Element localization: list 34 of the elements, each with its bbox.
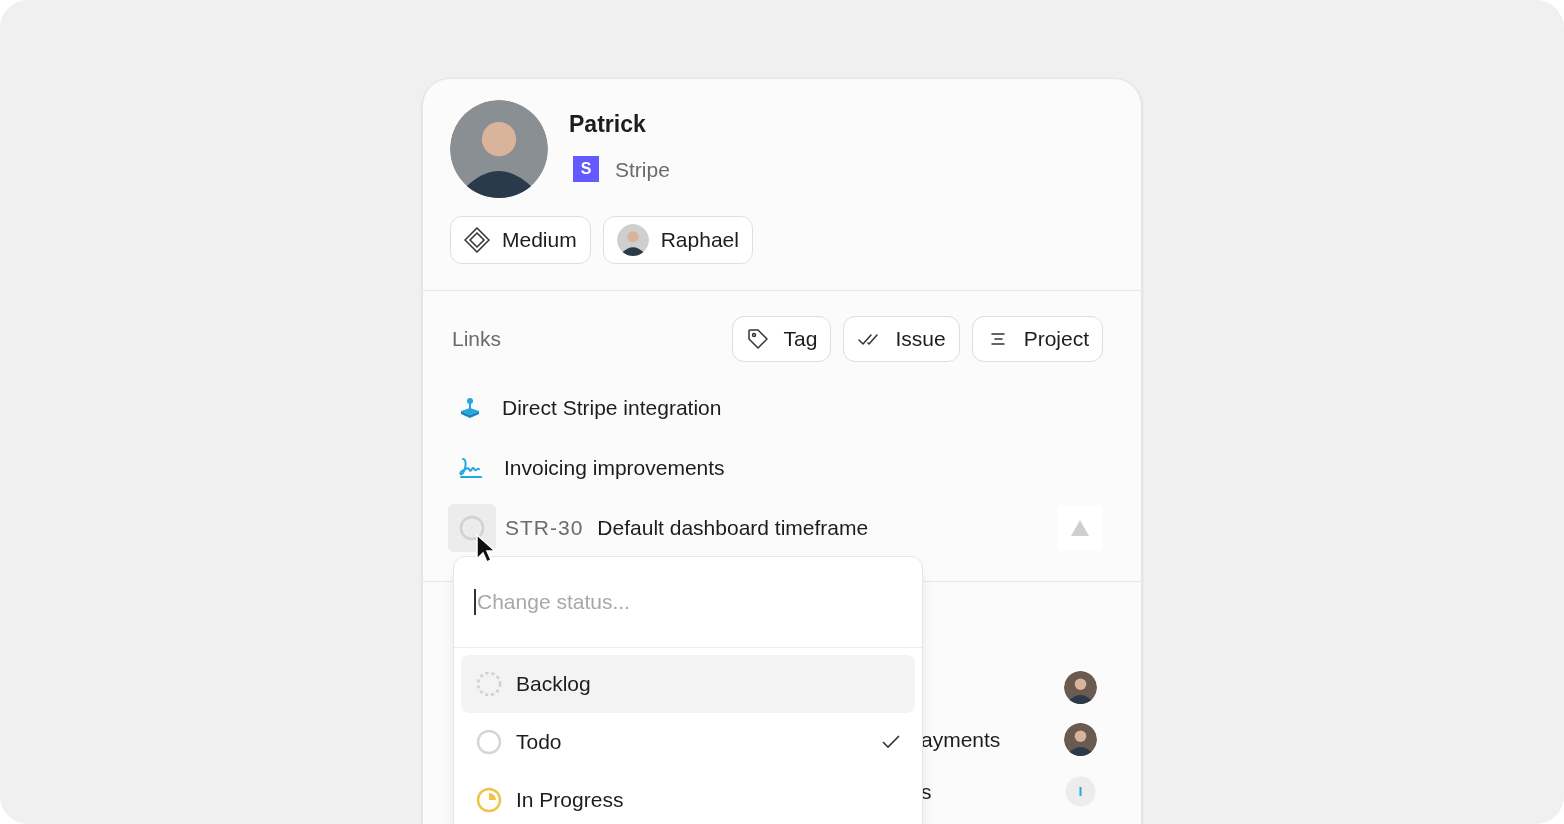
- linked-project[interactable]: Invoicing improvements: [452, 444, 1112, 492]
- tag-icon: [745, 327, 770, 351]
- circle-icon: [459, 515, 485, 541]
- circle-icon: [476, 729, 502, 755]
- assignee-avatar: [616, 224, 649, 256]
- status-option[interactable]: Backlog: [461, 655, 915, 713]
- issue-title: Default dashboard timeframe: [597, 515, 869, 542]
- signature-icon: [458, 456, 484, 480]
- status-option[interactable]: In Progress: [461, 771, 915, 824]
- status-search-field[interactable]: Change status...: [474, 589, 902, 615]
- half-circle-icon: [476, 787, 502, 813]
- dashed-circle-icon: [476, 671, 502, 697]
- linked-project[interactable]: Direct Stripe integration: [452, 384, 1112, 432]
- progress-icon: [1064, 775, 1097, 808]
- status-label: Backlog: [516, 671, 591, 698]
- add-link-button[interactable]: Issue: [843, 316, 960, 362]
- row-text: ayments: [921, 726, 1001, 753]
- status-label: Todo: [516, 729, 562, 756]
- person-name: Patrick: [569, 110, 647, 139]
- row-avatar: [1064, 671, 1097, 704]
- company-logo: S: [573, 156, 599, 183]
- add-link-button[interactable]: Project: [971, 316, 1103, 362]
- priority-chip[interactable]: Medium: [450, 216, 591, 264]
- links-heading: Links: [452, 326, 502, 353]
- joystick-icon: [458, 396, 482, 420]
- issue-id: STR-30: [505, 515, 584, 542]
- row-avatar: [1064, 723, 1097, 756]
- company-name: Stripe: [615, 156, 670, 183]
- triangle-icon: [1070, 519, 1090, 537]
- assignee-chip[interactable]: Raphael: [602, 216, 753, 264]
- diamond-icon: [464, 227, 490, 253]
- status-option[interactable]: Todo: [461, 713, 915, 771]
- add-link-button[interactable]: Tag: [731, 316, 832, 362]
- status-label: In Progress: [516, 787, 624, 814]
